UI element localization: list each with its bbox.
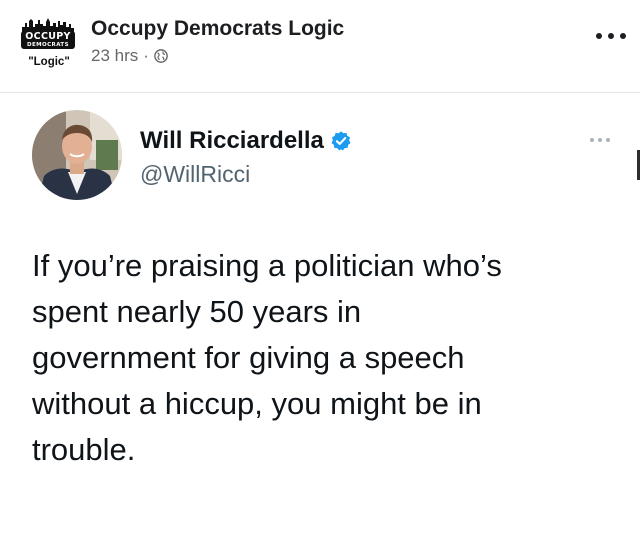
more-dot-icon — [608, 33, 614, 39]
tweet-author-handle[interactable]: @WillRicci — [140, 161, 250, 188]
tweet-text-line: If you’re praising a politician who’s — [32, 248, 502, 283]
page-logo[interactable]: OCCUPY DEMOCRATS "Logic" — [18, 18, 80, 70]
more-dot-icon — [596, 33, 602, 39]
logo-line-1: OCCUPY — [25, 31, 71, 42]
logo-line-2: DEMOCRATS — [27, 41, 69, 48]
avatar[interactable] — [32, 110, 122, 200]
globe-icon[interactable] — [154, 49, 168, 63]
skyline-icon — [22, 18, 74, 32]
page-name-link[interactable]: Occupy Democrats Logic — [91, 17, 344, 41]
tweet-text-line: without a hiccup, you might be in — [32, 386, 482, 421]
post-meta: 23 hrs · — [91, 46, 168, 66]
tweet-text: If you’re praising a politician who’s sp… — [32, 243, 602, 473]
more-dot-icon — [598, 138, 602, 142]
more-dot-icon — [590, 138, 594, 142]
tweet-text-line: trouble. — [32, 432, 136, 467]
tweet-text-line: spent nearly 50 years in — [32, 294, 362, 329]
more-dot-icon — [620, 33, 626, 39]
verified-badge-icon — [331, 131, 351, 151]
logo-caption: "Logic" — [28, 56, 70, 68]
screenshot: OCCUPY DEMOCRATS "Logic" Occupy Democrat… — [0, 0, 640, 534]
post-options-button[interactable] — [596, 26, 626, 46]
tweet-text-line: government for giving a speech — [32, 340, 465, 375]
post-header: OCCUPY DEMOCRATS "Logic" Occupy Democrat… — [0, 0, 640, 92]
more-dot-icon — [606, 138, 610, 142]
tweet-author-name[interactable]: Will Ricciardella — [140, 127, 352, 155]
tweet-more-icon[interactable] — [590, 137, 610, 143]
author-name-text: Will Ricciardella — [140, 127, 324, 154]
meta-separator: · — [143, 46, 149, 65]
tweet-image[interactable]: Will Ricciardella @WillRicci If you’re p… — [0, 93, 640, 534]
avatar-photo — [32, 110, 122, 200]
post-timestamp[interactable]: 23 hrs — [91, 46, 138, 66]
logo-badge: OCCUPY DEMOCRATS — [21, 31, 75, 49]
